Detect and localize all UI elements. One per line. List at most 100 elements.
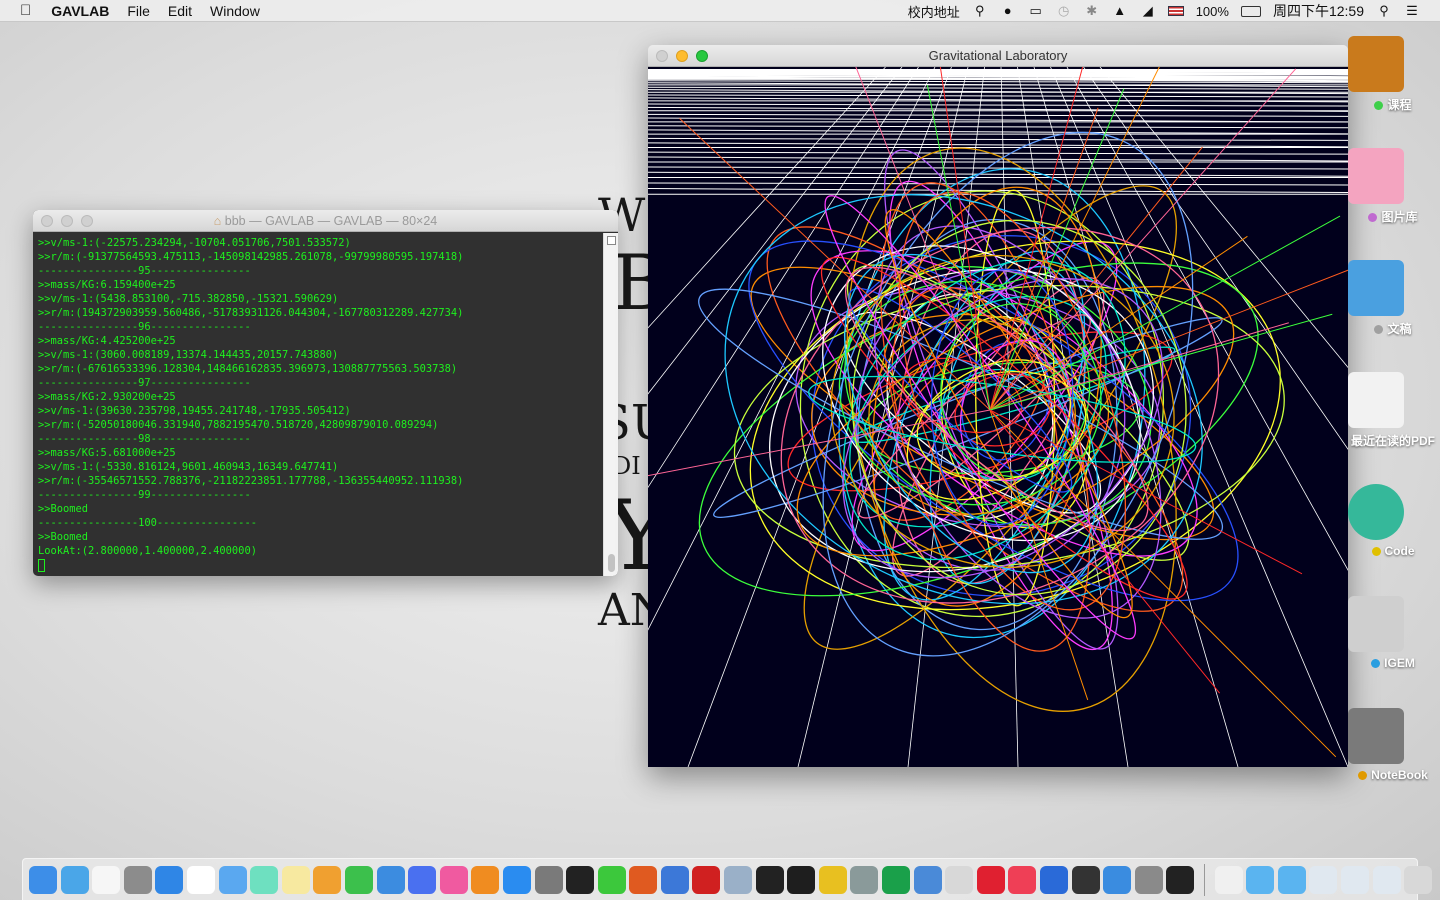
trash-icon[interactable] — [1404, 865, 1433, 894]
terminal-line: >>mass/KG:4.425200e+25 — [38, 335, 176, 347]
pocket-icon[interactable] — [1008, 865, 1037, 894]
close-button[interactable] — [41, 215, 53, 227]
preview-icon[interactable] — [724, 865, 753, 894]
safari-icon[interactable] — [155, 865, 184, 894]
terminal-title-bar[interactable]: ⌂ bbb — GAVLAB — GAVLAB — 80×24 — [33, 210, 618, 232]
terminal-title: bbb — GAVLAB — GAVLAB — 80×24 — [224, 214, 438, 228]
finder-icon[interactable] — [29, 865, 57, 894]
minimize-button[interactable] — [676, 50, 688, 62]
battery-icon[interactable] — [1240, 5, 1261, 17]
rocket-icon[interactable] — [123, 865, 152, 894]
screenshot-icon[interactable] — [1372, 865, 1401, 894]
terminal-line: >>v/ms-1:(5438.853100,-715.382850,-15321… — [38, 293, 339, 305]
crossover-icon[interactable] — [945, 865, 974, 894]
q-icon[interactable] — [1040, 865, 1068, 894]
terminal-line: >>v/ms-1:(-22575.234294,-10704.051706,75… — [38, 237, 351, 249]
scroll-thumb[interactable] — [608, 554, 615, 572]
console-icon[interactable] — [1166, 865, 1195, 894]
terminal-line: >>r/m:(-91377564593.475113,-145098142985… — [38, 251, 464, 263]
terminal-line: >>mass/KG:2.930200e+25 — [38, 391, 176, 403]
clock-icon[interactable] — [186, 865, 215, 894]
terminal-icon[interactable] — [787, 865, 816, 894]
system-preferences-icon[interactable] — [534, 865, 563, 894]
desktop-icon-label: Code — [1346, 544, 1440, 558]
time-machine-icon[interactable]: ◷ — [1056, 4, 1072, 18]
network-icon[interactable] — [1103, 865, 1132, 894]
pages-icon[interactable] — [313, 865, 342, 894]
ibooks-icon[interactable] — [471, 865, 500, 894]
siri-blue-icon[interactable] — [408, 865, 437, 894]
calendar-icon[interactable] — [92, 865, 121, 894]
screenshot-icon[interactable] — [1309, 865, 1338, 894]
volume-icon[interactable]: ◢ — [1140, 4, 1156, 18]
wechat-icon[interactable] — [597, 865, 626, 894]
airplay-icon[interactable]: ▭ — [1028, 4, 1044, 18]
siri-icon[interactable] — [250, 865, 279, 894]
terminal-line: >>mass/KG:6.159400e+25 — [38, 279, 176, 291]
grid-line — [648, 113, 1348, 117]
menu-window[interactable]: Window — [210, 3, 260, 19]
clock[interactable]: 周四下午12:59 — [1273, 1, 1364, 21]
mail-icon[interactable] — [218, 865, 247, 894]
wifi-icon[interactable]: ▲ — [1112, 4, 1128, 18]
zoom-button[interactable] — [696, 50, 708, 62]
search-a-icon[interactable]: ⚲ — [972, 4, 988, 18]
desktop-icon[interactable]: 图片库 — [1346, 148, 1440, 225]
gl-title-bar[interactable]: Gravitational Laboratory — [648, 45, 1348, 67]
keynote-icon[interactable] — [376, 865, 405, 894]
terminal-line: >>r/m:(-52050180046.331940,7882195470.51… — [38, 419, 439, 431]
simulation-canvas[interactable] — [648, 67, 1348, 767]
desktop-icon[interactable]: Code — [1346, 484, 1440, 558]
evernote-icon[interactable]: ● — [1000, 4, 1016, 18]
wps-icon[interactable] — [692, 865, 721, 894]
menu-edit[interactable]: Edit — [168, 3, 192, 19]
app-store-icon[interactable] — [502, 865, 531, 894]
desktop-icon[interactable]: NoteBook — [1346, 708, 1440, 782]
opera-icon[interactable] — [976, 865, 1005, 894]
scroll-grip[interactable] — [607, 236, 616, 245]
terminal-line: >>mass/KG:5.681000e+25 — [38, 447, 176, 459]
desktop-icon-image — [1348, 708, 1404, 764]
terminal-scrollbar[interactable] — [603, 233, 618, 576]
desktop-icon-text: 图片库 — [1381, 210, 1418, 224]
instruments-icon[interactable] — [913, 865, 942, 894]
notes-icon[interactable] — [281, 865, 310, 894]
grid-line — [648, 86, 1348, 90]
minimize-button[interactable] — [61, 215, 73, 227]
launchpad-icon[interactable] — [60, 865, 89, 894]
qq-icon[interactable] — [566, 865, 595, 894]
apple-menu-icon[interactable]:  — [20, 2, 31, 19]
pycharm-icon[interactable] — [882, 865, 911, 894]
terminal-output[interactable]: >>v/ms-1:(-22575.234294,-10704.051706,75… — [33, 233, 603, 576]
matlab-icon[interactable] — [629, 865, 658, 894]
folder-icon[interactable] — [1277, 865, 1306, 894]
tencent-icon[interactable] — [818, 865, 847, 894]
screenshot-icon[interactable] — [1340, 865, 1369, 894]
disk-utility-icon[interactable] — [1134, 865, 1163, 894]
battery-percent[interactable]: 100% — [1196, 4, 1229, 19]
terminal-window: ⌂ bbb — GAVLAB — GAVLAB — 80×24 >>v/ms-1… — [33, 210, 618, 576]
desktop-icon[interactable]: 文稿 — [1346, 260, 1440, 337]
desktop-icon[interactable]: 课程 — [1346, 36, 1440, 113]
notification-center-icon[interactable]: ☰ — [1404, 4, 1420, 18]
arrow-up-icon[interactable] — [1071, 865, 1100, 894]
itunes-icon[interactable] — [439, 865, 468, 894]
numbers-icon[interactable] — [344, 865, 373, 894]
desktop-icon[interactable]: 最近在读的PDF — [1346, 372, 1440, 449]
us-flag-icon[interactable] — [1167, 6, 1184, 16]
network-location[interactable]: 校内地址 — [908, 2, 960, 21]
close-button[interactable] — [656, 50, 668, 62]
grid-line — [648, 171, 1348, 177]
activity-monitor-icon[interactable] — [755, 865, 784, 894]
desktop-icon-text: IGEM — [1384, 656, 1415, 670]
zoom-button[interactable] — [81, 215, 93, 227]
menu-file[interactable]: File — [127, 3, 150, 19]
spotlight-icon[interactable]: ⚲ — [1376, 4, 1392, 18]
document-icon[interactable] — [1214, 865, 1243, 894]
xcode-icon[interactable] — [660, 865, 689, 894]
bluetooth-icon[interactable]: ✱ — [1084, 4, 1100, 18]
folder-icon[interactable] — [1246, 865, 1275, 894]
app-menu[interactable]: GAVLAB — [51, 3, 109, 19]
tex-icon[interactable] — [850, 865, 879, 894]
desktop-icon[interactable]: IGEM — [1346, 596, 1440, 670]
